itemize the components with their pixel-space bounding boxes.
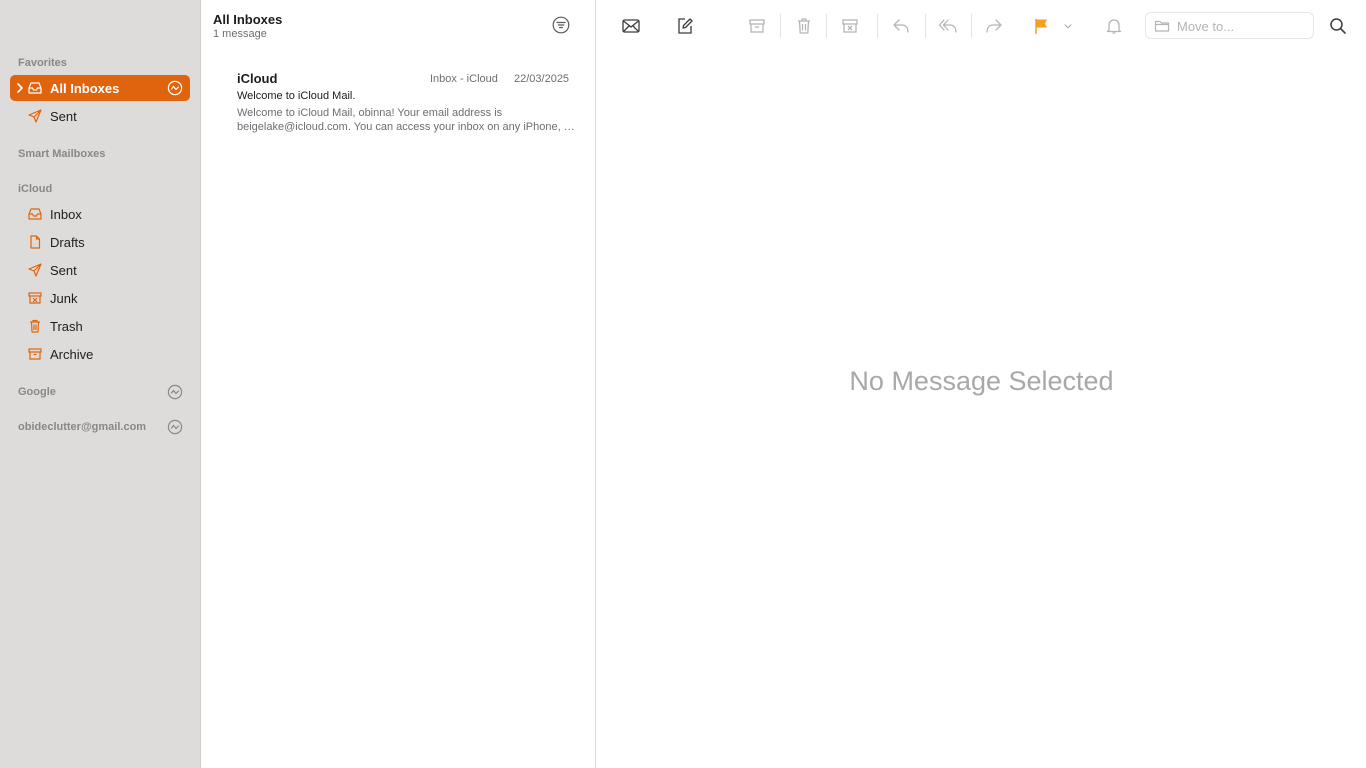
toolbar-divider	[877, 14, 878, 38]
trash-icon	[30, 319, 40, 333]
sidebar-item-archive[interactable]: Archive	[10, 341, 190, 367]
bell-icon	[1106, 19, 1122, 34]
activity-icon	[167, 384, 183, 400]
smart-mailboxes-section-title[interactable]: Smart Mailboxes	[18, 148, 105, 160]
reply-button[interactable]	[890, 15, 912, 37]
reply-icon	[893, 19, 909, 33]
sidebar-item-sent[interactable]: Sent	[10, 257, 190, 283]
tray-icon	[28, 208, 42, 220]
flag-icon	[1035, 19, 1047, 34]
flag-menu-button[interactable]	[1060, 15, 1076, 37]
message-preview-line: Welcome to iCloud Mail, obinna! Your ema…	[237, 107, 503, 119]
toolbar-divider	[971, 14, 972, 38]
message-preview-line: beigelake@icloud.com. You can access you…	[237, 121, 577, 133]
paperplane-icon	[28, 263, 42, 277]
sidebar-item-label: Inbox	[50, 207, 82, 222]
sidebar-item-favorites-sent[interactable]: Sent	[10, 103, 190, 129]
move-to-field[interactable]: Move to...	[1145, 12, 1314, 39]
message-mailbox: Inbox - iCloud	[430, 73, 498, 85]
icloud-section-title[interactable]: iCloud	[18, 183, 52, 195]
move-to-placeholder: Move to...	[1177, 19, 1235, 34]
favorites-section-title[interactable]: Favorites	[18, 57, 67, 69]
envelope-icon	[622, 19, 640, 33]
document-icon	[30, 235, 41, 249]
sidebar-item-label: Sent	[50, 263, 77, 278]
gmail-account-section-title[interactable]: obideclutter@gmail.com	[18, 421, 146, 433]
sidebar-item-drafts[interactable]: Drafts	[10, 229, 190, 255]
folder-icon	[1154, 20, 1170, 32]
toolbar-divider	[780, 14, 781, 38]
message-subject: Welcome to iCloud Mail.	[237, 90, 356, 102]
junk-button[interactable]	[839, 15, 861, 37]
forward-icon	[986, 19, 1002, 33]
toolbar: Move to...	[597, 0, 1366, 52]
filter-icon[interactable]	[552, 16, 570, 34]
reply-all-icon	[938, 19, 957, 33]
archive-icon	[749, 19, 765, 33]
sidebar-item-label: All Inboxes	[50, 81, 120, 96]
delete-button[interactable]	[793, 15, 815, 37]
get-mail-button[interactable]	[620, 15, 642, 37]
flag-button[interactable]	[1030, 15, 1052, 37]
archive-icon	[28, 348, 42, 360]
paperplane-icon	[28, 109, 42, 123]
compose-button[interactable]	[674, 15, 696, 37]
sidebar-item-trash[interactable]: Trash	[10, 313, 190, 339]
activity-icon	[167, 419, 183, 435]
no-message-selected-label: No Message Selected	[849, 366, 1114, 396]
junk-icon	[28, 292, 42, 304]
reply-all-button[interactable]	[937, 15, 959, 37]
search-button[interactable]	[1327, 15, 1349, 37]
message-row[interactable]: iCloud Inbox - iCloud 22/03/2025 Welcome…	[201, 64, 595, 140]
chevron-down-icon	[1064, 24, 1072, 29]
sidebar-item-label: Drafts	[50, 235, 85, 250]
message-preview: Welcome to iCloud Mail, obinna! Your ema…	[237, 106, 577, 134]
sidebar-item-label: Sent	[50, 109, 77, 124]
trash-icon	[798, 18, 810, 34]
message-count: 1 message	[213, 28, 267, 40]
sidebar-item-all-inboxes[interactable]: All Inboxes	[10, 75, 190, 101]
toolbar-divider	[826, 14, 827, 38]
tray-icon	[28, 82, 42, 94]
junk-icon	[842, 19, 858, 33]
message-sender: iCloud	[237, 71, 278, 86]
archive-button[interactable]	[746, 15, 768, 37]
mailbox-title: All Inboxes	[213, 12, 283, 27]
forward-button[interactable]	[983, 15, 1005, 37]
sidebar-item-junk[interactable]: Junk	[10, 285, 190, 311]
sidebar: Favorites All Inboxes Sent Smart Mailbox…	[0, 0, 201, 768]
activity-icon	[167, 80, 183, 96]
compose-icon	[678, 18, 693, 34]
toolbar-divider	[925, 14, 926, 38]
google-section-title[interactable]: Google	[18, 386, 56, 398]
sidebar-item-label: Junk	[50, 291, 78, 306]
message-date: 22/03/2025	[514, 73, 570, 85]
sidebar-item-inbox[interactable]: Inbox	[10, 201, 190, 227]
sidebar-item-label: Trash	[50, 319, 83, 334]
notify-button[interactable]	[1103, 15, 1125, 37]
chevron-right-icon[interactable]	[15, 82, 25, 94]
sidebar-item-label: Archive	[50, 347, 94, 362]
search-icon	[1330, 18, 1346, 34]
message-list: All Inboxes 1 message iCloud Inbox - iCl…	[201, 0, 596, 768]
